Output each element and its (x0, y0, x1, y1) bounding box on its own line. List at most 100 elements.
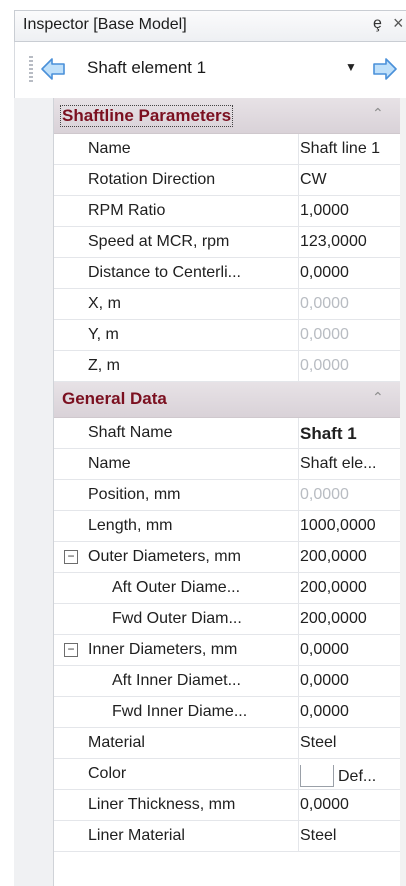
property-row-color[interactable]: Color Def... (54, 759, 406, 790)
column-divider[interactable] (298, 351, 299, 382)
property-name: Shaft Name (88, 424, 173, 441)
collapse-minus-icon[interactable]: − (64, 550, 78, 564)
property-value[interactable]: Shaft ele... (300, 455, 404, 473)
chevron-down-icon[interactable]: ▼ (345, 60, 357, 74)
property-value[interactable]: 0,0000 (300, 672, 404, 690)
arrow-left-icon[interactable] (39, 55, 67, 83)
category-label: Shaftline Parameters (60, 105, 234, 127)
property-name: Color (88, 765, 127, 782)
property-value[interactable]: 1,0000 (300, 202, 404, 220)
column-divider[interactable] (298, 573, 299, 604)
property-name: RPM Ratio (88, 202, 166, 219)
column-divider[interactable] (298, 604, 299, 635)
property-value[interactable]: 0,0000 (300, 264, 404, 282)
property-row-speed-at-mcr[interactable]: Speed at MCR, rpm 123,0000 (54, 227, 406, 258)
property-name: Z, m (88, 357, 120, 374)
category-general-data[interactable]: General Data ⌃ (54, 382, 406, 418)
property-value: 0,0000 (300, 295, 349, 312)
property-value[interactable]: 200,0000 (300, 548, 404, 566)
property-value[interactable]: 0,0000 (300, 641, 404, 659)
property-row-length[interactable]: Length, mm 1000,0000 (54, 511, 406, 542)
property-row-inner-diameters[interactable]: − Inner Diameters, mm 0,0000 (54, 635, 406, 666)
column-divider[interactable] (298, 542, 299, 573)
column-divider[interactable] (298, 320, 299, 351)
property-row-z[interactable]: Z, m 0,0000 (54, 351, 406, 382)
property-name: Distance to Centerli... (88, 264, 241, 281)
inspector-title: Inspector [Base Model] (23, 16, 187, 33)
element-selector-bar: Shaft element 1 ▼ (14, 42, 406, 98)
property-value[interactable]: 0,0000 (300, 796, 404, 814)
property-row-fwd-inner-diameter[interactable]: Fwd Inner Diame... 0,0000 (54, 697, 406, 728)
property-row-element-name[interactable]: Name Shaft ele... (54, 449, 406, 480)
property-row-name[interactable]: Name Shaft line 1 (54, 134, 406, 165)
arrow-right-icon[interactable] (371, 55, 399, 83)
property-name: Position, mm (88, 486, 181, 503)
collapse-minus-icon[interactable]: − (64, 643, 78, 657)
vertical-scrollbar[interactable] (400, 98, 406, 886)
column-divider[interactable] (298, 759, 299, 790)
column-divider[interactable] (298, 449, 299, 480)
property-value[interactable]: CW (300, 171, 404, 189)
property-name: Name (88, 455, 131, 472)
category-shaftline-parameters[interactable]: Shaftline Parameters ⌃ (54, 98, 406, 134)
property-value[interactable]: 200,0000 (300, 579, 404, 597)
property-value: 0,0000 (300, 326, 349, 343)
column-divider[interactable] (298, 821, 299, 852)
property-row-distance-to-centerline[interactable]: Distance to Centerli... 0,0000 (54, 258, 406, 289)
property-name: Speed at MCR, rpm (88, 233, 230, 250)
property-row-x[interactable]: X, m 0,0000 (54, 289, 406, 320)
column-divider[interactable] (298, 258, 299, 289)
column-divider[interactable] (298, 134, 299, 165)
column-divider[interactable] (298, 289, 299, 320)
property-row-rotation-direction[interactable]: Rotation Direction CW (54, 165, 406, 196)
property-value: 0,0000 (300, 486, 349, 503)
property-value[interactable]: Shaft line 1 (300, 140, 404, 158)
column-divider[interactable] (298, 666, 299, 697)
property-row-liner-material[interactable]: Liner Material Steel (54, 821, 406, 852)
property-row-outer-diameters[interactable]: − Outer Diameters, mm 200,0000 (54, 542, 406, 573)
property-value[interactable]: Steel (300, 827, 404, 845)
pin-icon[interactable]: ȩ (373, 15, 382, 33)
inspector-panel: Inspector [Base Model] ȩ × Shaft element… (0, 0, 406, 886)
column-divider[interactable] (298, 418, 299, 449)
property-value[interactable]: Steel (300, 734, 404, 752)
property-row-aft-inner-diameter[interactable]: Aft Inner Diamet... 0,0000 (54, 666, 406, 697)
close-icon[interactable]: × (393, 13, 404, 34)
property-row-material[interactable]: Material Steel (54, 728, 406, 759)
property-value-color[interactable]: Def... (300, 765, 404, 789)
column-divider[interactable] (298, 728, 299, 759)
collapse-chevron-icon[interactable]: ⌃ (372, 105, 384, 122)
property-value[interactable]: 123,0000 (300, 233, 404, 251)
property-value[interactable]: Shaft 1 (300, 424, 404, 444)
property-value[interactable]: 0,0000 (300, 703, 404, 721)
element-selector-value[interactable]: Shaft element 1 (87, 58, 206, 78)
property-row-rpm-ratio[interactable]: RPM Ratio 1,0000 (54, 196, 406, 227)
property-name: Rotation Direction (88, 171, 216, 188)
property-grid-margin (14, 98, 54, 886)
column-divider[interactable] (298, 480, 299, 511)
column-divider[interactable] (298, 511, 299, 542)
collapse-chevron-icon[interactable]: ⌃ (372, 389, 384, 406)
column-divider[interactable] (298, 165, 299, 196)
property-value[interactable]: 1000,0000 (300, 517, 404, 535)
property-row-shaft-name[interactable]: Shaft Name Shaft 1 (54, 418, 406, 449)
column-divider[interactable] (298, 790, 299, 821)
column-divider[interactable] (298, 635, 299, 666)
property-value[interactable]: 200,0000 (300, 610, 404, 628)
property-row-fwd-outer-diameter[interactable]: Fwd Outer Diam... 200,0000 (54, 604, 406, 635)
property-name: Liner Thickness, mm (88, 796, 236, 813)
property-name: Name (88, 140, 131, 157)
property-name: Material (88, 734, 145, 751)
property-row-y[interactable]: Y, m 0,0000 (54, 320, 406, 351)
property-row-liner-thickness[interactable]: Liner Thickness, mm 0,0000 (54, 790, 406, 821)
toolbar-grip-icon[interactable] (29, 56, 33, 84)
color-value-text: Def... (338, 768, 377, 785)
property-row-aft-outer-diameter[interactable]: Aft Outer Diame... 200,0000 (54, 573, 406, 604)
property-row-position[interactable]: Position, mm 0,0000 (54, 480, 406, 511)
column-divider[interactable] (298, 697, 299, 728)
color-swatch[interactable] (300, 765, 334, 787)
column-divider[interactable] (298, 196, 299, 227)
property-name: Liner Material (88, 827, 185, 844)
column-divider[interactable] (298, 227, 299, 258)
property-name: Y, m (88, 326, 119, 343)
